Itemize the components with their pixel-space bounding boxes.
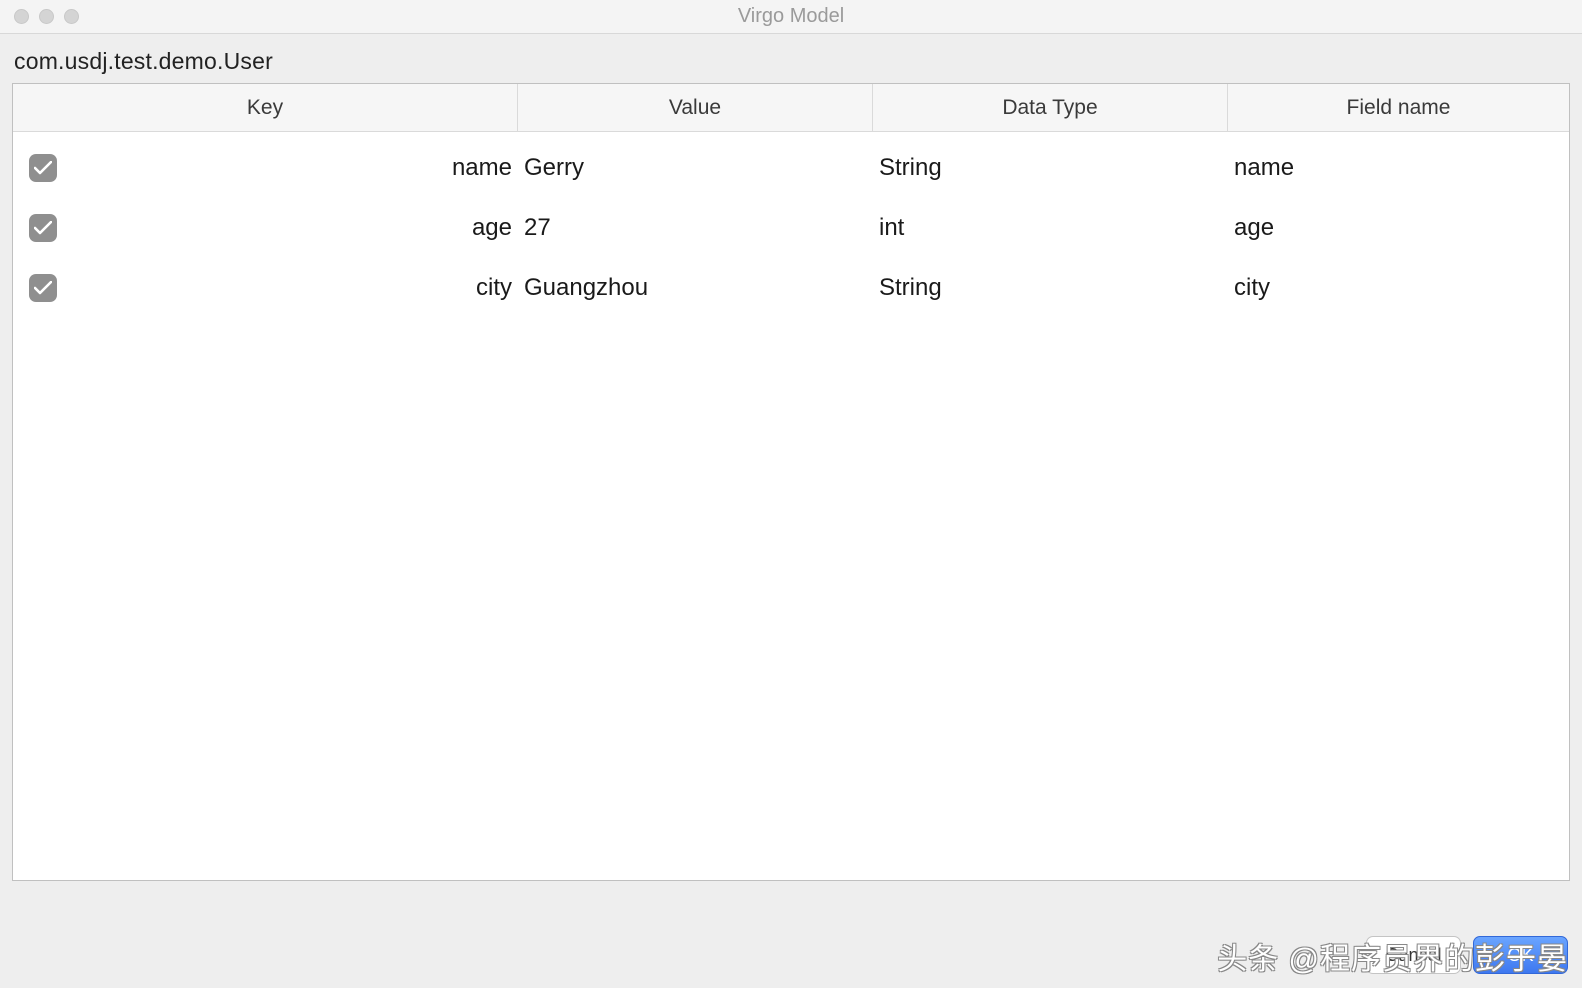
ok-button[interactable]: OK <box>1473 936 1568 974</box>
cell-value[interactable]: Guangzhou <box>518 274 873 302</box>
content-area: com.usdj.test.demo.User Key Value Data T… <box>0 34 1582 881</box>
dialog-footer: Cancel OK <box>1366 936 1568 974</box>
column-header-value[interactable]: Value <box>518 84 873 131</box>
cell-value[interactable]: 27 <box>518 214 873 242</box>
table-row[interactable]: city Guangzhou String city <box>13 258 1569 318</box>
key-label: age <box>73 214 518 242</box>
cell-field-name[interactable]: city <box>1228 274 1569 302</box>
cell-key: age <box>13 214 518 242</box>
key-label: city <box>73 274 518 302</box>
minimize-window-button[interactable] <box>39 9 54 24</box>
key-label: name <box>73 154 518 182</box>
cell-data-type: String <box>873 274 1228 302</box>
cell-field-name[interactable]: name <box>1228 154 1569 182</box>
table-header: Key Value Data Type Field name <box>13 84 1569 132</box>
cell-field-name[interactable]: age <box>1228 214 1569 242</box>
class-path-label: com.usdj.test.demo.User <box>14 48 1570 75</box>
cell-data-type: int <box>873 214 1228 242</box>
cell-key: name <box>13 154 518 182</box>
cell-data-type: String <box>873 154 1228 182</box>
window-title: Virgo Model <box>0 5 1582 28</box>
close-window-button[interactable] <box>14 9 29 24</box>
table-row[interactable]: name Gerry String name <box>13 138 1569 198</box>
cell-value[interactable]: Gerry <box>518 154 873 182</box>
cancel-button[interactable]: Cancel <box>1366 936 1461 974</box>
check-icon <box>34 221 52 235</box>
maximize-window-button[interactable] <box>64 9 79 24</box>
row-checkbox[interactable] <box>29 214 57 242</box>
cell-key: city <box>13 274 518 302</box>
check-icon <box>34 281 52 295</box>
column-header-field-name[interactable]: Field name <box>1228 84 1569 131</box>
column-header-key[interactable]: Key <box>13 84 518 131</box>
titlebar: Virgo Model <box>0 0 1582 34</box>
check-icon <box>34 161 52 175</box>
window-controls <box>14 9 79 24</box>
table-body: name Gerry String name age 27 int age <box>13 132 1569 318</box>
table-row[interactable]: age 27 int age <box>13 198 1569 258</box>
column-header-data-type[interactable]: Data Type <box>873 84 1228 131</box>
row-checkbox[interactable] <box>29 274 57 302</box>
row-checkbox[interactable] <box>29 154 57 182</box>
table-panel: Key Value Data Type Field name name Gerr… <box>12 83 1570 881</box>
